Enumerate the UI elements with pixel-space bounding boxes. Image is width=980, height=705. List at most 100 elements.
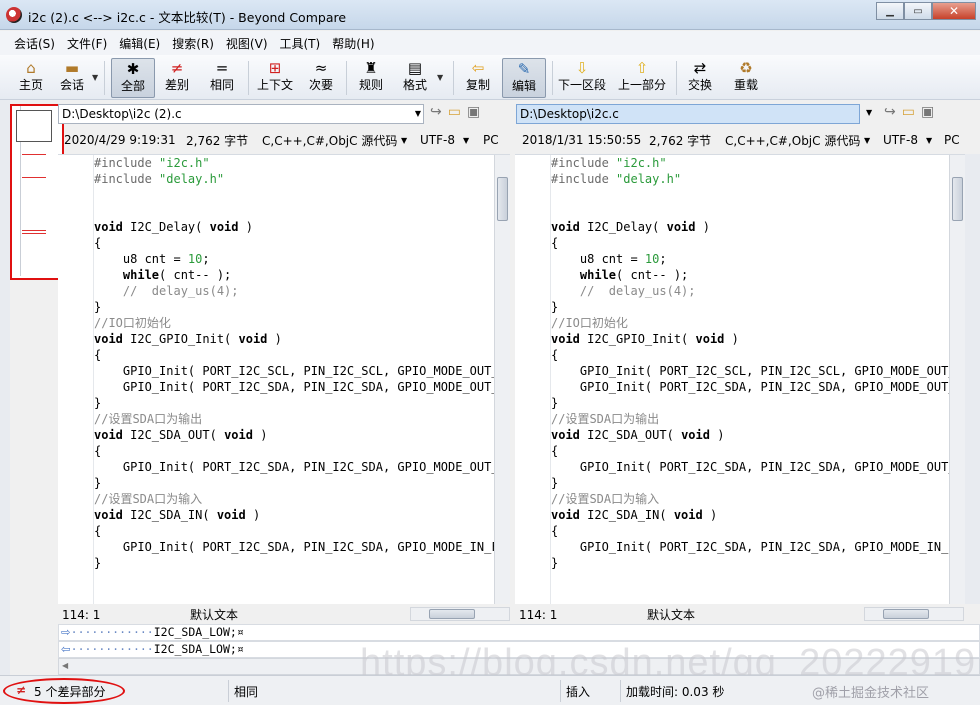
code-line[interactable]: { [551,235,965,251]
right-code-pane[interactable]: #include "i2c.h" #include "delay.h" void … [515,154,965,604]
left-open-folder-icon[interactable]: ▭ [448,104,461,120]
left-scroll-thumb[interactable] [497,177,508,221]
right-scroll-thumb[interactable] [952,177,963,221]
code-line[interactable]: GPIO_Init( PORT_I2C_SDA, PIN_I2C_SDA, GP… [551,379,965,395]
code-line[interactable]: GPIO_Init( PORT_I2C_SDA, PIN_I2C_SDA, GP… [94,379,510,395]
code-line[interactable]: } [551,299,965,315]
menu-tools[interactable]: 工具(T) [274,35,327,52]
code-line[interactable]: //IO口初始化 [94,315,510,331]
code-line[interactable]: } [94,395,510,411]
show-all-button[interactable]: ✱ 全部 [111,58,155,98]
code-line[interactable]: GPIO_Init( PORT_I2C_SDA, PIN_I2C_SDA, GP… [94,539,510,555]
code-line[interactable]: #include "i2c.h" [94,155,510,171]
code-line[interactable]: while( cnt-- ); [94,267,510,283]
code-line[interactable]: } [94,475,510,491]
right-code-text[interactable]: #include "i2c.h" #include "delay.h" void … [551,155,965,604]
code-line[interactable]: { [94,523,510,539]
code-line[interactable]: u8 cnt = 10; [94,251,510,267]
left-code-text[interactable]: #include "i2c.h" #include "delay.h" void … [94,155,510,604]
left-path-dropdown-icon[interactable]: ▼ [415,105,421,123]
right-horizontal-scrollbar[interactable] [864,607,964,621]
code-line[interactable]: u8 cnt = 10; [551,251,965,267]
menu-help[interactable]: 帮助(H) [326,35,380,52]
menu-file[interactable]: 文件(F) [61,35,113,52]
rules-button[interactable]: ♜ 规则 [354,58,388,98]
code-line[interactable] [94,571,510,587]
prev-section-button[interactable]: ⇧ 上一部分 [617,58,667,98]
code-line[interactable] [94,203,510,219]
code-line[interactable]: void I2C_GPIO_Init( void ) [551,331,965,347]
right-hscroll-thumb[interactable] [883,609,929,619]
code-line[interactable]: } [551,395,965,411]
detail-line-left[interactable]: ⇨············I2C_SDA_LOW;¤ [58,624,980,641]
code-line[interactable]: #include "delay.h" [94,171,510,187]
left-horizontal-scrollbar[interactable] [410,607,510,621]
menu-edit[interactable]: 编辑(E) [113,35,166,52]
code-line[interactable]: void I2C_Delay( void ) [551,219,965,235]
scroll-left-icon[interactable]: ◀ [62,661,68,670]
code-line[interactable]: void I2C_SDA_IN( void ) [94,507,510,523]
edit-button[interactable]: ✎ 编辑 [502,58,546,98]
home-button[interactable]: ⌂ 主页 [14,58,48,98]
session-button[interactable]: ▬ 会话 [55,58,89,98]
menu-session[interactable]: 会话(S) [8,35,61,52]
right-open-folder-icon[interactable]: ▭ [902,104,915,120]
code-line[interactable]: #include "i2c.h" [551,155,965,171]
right-path-dropdown-icon[interactable]: ▼ [866,108,872,117]
right-lineend[interactable]: PC [944,133,960,147]
restore-button[interactable]: ▭ [904,2,932,20]
code-line[interactable]: void I2C_SDA_OUT( void ) [94,427,510,443]
code-line[interactable]: GPIO_Init( PORT_I2C_SDA, PIN_I2C_SDA, GP… [94,459,510,475]
code-line[interactable]: void I2C_SDA_IN( void ) [551,507,965,523]
code-line[interactable]: //设置SDA口为输出 [551,411,965,427]
copy-button[interactable]: ⇦ 复制 [461,58,495,98]
left-navigate-icon[interactable]: ↪ [430,104,442,120]
code-line[interactable]: GPIO_Init( PORT_I2C_SDA, PIN_I2C_SDA, GP… [551,459,965,475]
code-line[interactable]: { [551,523,965,539]
left-encoding-dropdown-icon[interactable]: ▼ [463,136,469,145]
next-section-button[interactable]: ⇩ 下一区段 [557,58,607,98]
code-line[interactable] [551,587,965,603]
code-line[interactable]: // delay_us(4); [551,283,965,299]
code-line[interactable]: //设置SDA口为输入 [94,491,510,507]
minimize-button[interactable]: ▁ [876,2,904,20]
code-line[interactable]: void I2C_Delay( void ) [94,219,510,235]
right-encoding-dropdown-icon[interactable]: ▼ [926,136,932,145]
show-same-button[interactable]: = 相同 [205,58,239,98]
code-line[interactable] [551,571,965,587]
right-format-dropdown-icon[interactable]: ▼ [864,136,870,145]
code-line[interactable]: } [94,555,510,571]
minor-button[interactable]: ≈ 次要 [305,58,337,98]
right-encoding-select[interactable]: UTF-8 [883,133,918,147]
reload-button[interactable]: ♻ 重载 [730,58,762,98]
left-encoding-select[interactable]: UTF-8 [420,133,455,147]
code-line[interactable]: while( cnt-- ); [551,267,965,283]
left-code-pane[interactable]: #include "i2c.h" #include "delay.h" void … [58,154,510,604]
code-line[interactable]: #include "delay.h" [551,171,965,187]
show-diffs-button[interactable]: ≠ 差别 [160,58,194,98]
code-line[interactable]: void I2C_SDA_OUT( void ) [551,427,965,443]
code-line[interactable]: { [551,347,965,363]
right-vertical-scrollbar[interactable] [949,155,965,604]
left-path-input[interactable]: D:\Desktop\i2c (2).c ▼ [58,104,424,124]
left-format-dropdown-icon[interactable]: ▼ [401,136,407,145]
code-line[interactable]: //I2C初始化 [94,603,510,604]
close-button[interactable]: ✕ [932,2,976,20]
right-format-select[interactable]: C,C++,C#,ObjC 源代码 [725,132,860,149]
left-vertical-scrollbar[interactable] [494,155,510,604]
left-hscroll-thumb[interactable] [429,609,475,619]
code-line[interactable]: } [551,555,965,571]
code-line[interactable]: //IO口初始化 [551,315,965,331]
code-line[interactable]: { [94,347,510,363]
code-line[interactable] [551,203,965,219]
format-dropdown-icon[interactable]: ▼ [437,73,443,82]
code-line[interactable] [551,187,965,203]
menu-view[interactable]: 视图(V) [220,35,274,52]
swap-button[interactable]: ⇄ 交换 [684,58,716,98]
thumbnail-viewport[interactable] [16,110,52,142]
code-line[interactable]: //设置SDA口为输入 [551,491,965,507]
code-line[interactable]: GPIO_Init( PORT_I2C_SCL, PIN_I2C_SCL, GP… [94,363,510,379]
left-save-icon[interactable]: ▣ [467,104,480,120]
code-line[interactable] [94,187,510,203]
code-line[interactable]: } [94,299,510,315]
